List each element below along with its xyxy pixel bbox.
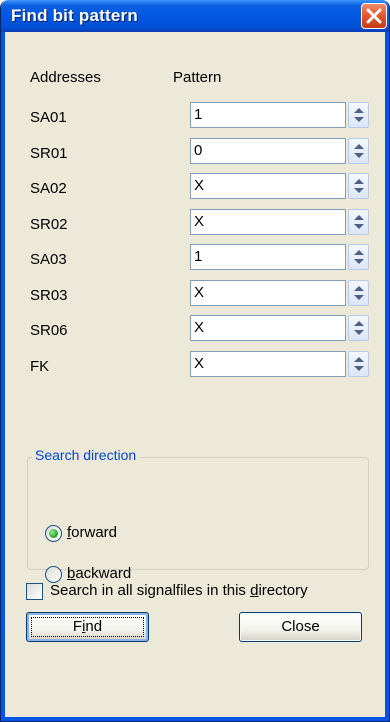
window-title: Find bit pattern xyxy=(11,6,138,25)
address-label: SR06 xyxy=(30,322,68,339)
pattern-header: Pattern xyxy=(173,69,222,86)
addresses-header: Addresses xyxy=(30,69,101,86)
address-label: SR01 xyxy=(30,145,68,162)
address-label: SA03 xyxy=(30,251,67,268)
pattern-field[interactable]: 1 xyxy=(190,102,346,128)
pattern-field[interactable]: X xyxy=(190,173,346,199)
address-label: FK xyxy=(30,358,50,375)
search-direction-group xyxy=(27,457,369,570)
close-window-button[interactable] xyxy=(361,3,387,29)
chevron-up-icon[interactable] xyxy=(354,108,364,113)
checkbox-label-prefix: Search in all signalfiles in this xyxy=(50,582,251,599)
pattern-field[interactable]: X xyxy=(190,351,346,377)
chevron-up-icon[interactable] xyxy=(354,250,364,255)
window-frame-right xyxy=(385,32,389,721)
chevron-up-icon[interactable] xyxy=(354,357,364,362)
chevron-up-icon[interactable] xyxy=(354,144,364,149)
checkbox-label-suffix: irectory xyxy=(258,582,308,599)
focus-rectangle xyxy=(31,617,144,637)
chevron-down-icon[interactable] xyxy=(354,224,364,229)
pattern-spinner[interactable] xyxy=(348,244,369,270)
close-button[interactable]: Close xyxy=(239,612,362,642)
pattern-field[interactable]: 0 xyxy=(190,138,346,164)
pattern-spinner[interactable] xyxy=(348,138,369,164)
chevron-up-icon[interactable] xyxy=(354,179,364,184)
radio-button-selected[interactable] xyxy=(45,525,62,542)
search-all-files-checkbox[interactable] xyxy=(26,583,43,600)
search-direction-title: Search direction xyxy=(32,447,140,463)
pattern-field[interactable]: X xyxy=(190,280,346,306)
search-all-files-label[interactable]: Search in all signalfiles in this direct… xyxy=(50,582,308,599)
forward-label[interactable]: forward xyxy=(67,524,117,541)
chevron-down-icon[interactable] xyxy=(354,188,364,193)
pattern-field[interactable]: 1 xyxy=(190,244,346,270)
backward-label-rest: ackward xyxy=(75,565,132,582)
chevron-down-icon[interactable] xyxy=(354,117,364,122)
chevron-up-icon[interactable] xyxy=(354,286,364,291)
pattern-spinner[interactable] xyxy=(348,102,369,128)
radio-dot xyxy=(49,529,58,538)
find-button[interactable]: Find xyxy=(26,612,149,642)
window-frame-bottom xyxy=(1,717,389,721)
pattern-spinner[interactable] xyxy=(348,315,369,341)
address-label: SR02 xyxy=(30,216,68,233)
chevron-down-icon[interactable] xyxy=(354,295,364,300)
address-label: SR03 xyxy=(30,287,68,304)
chevron-down-icon[interactable] xyxy=(354,259,364,264)
forward-label-rest: orward xyxy=(71,524,118,541)
pattern-spinner[interactable] xyxy=(348,173,369,199)
pattern-spinner[interactable] xyxy=(348,209,369,235)
pattern-spinner[interactable] xyxy=(348,351,369,377)
chevron-down-icon[interactable] xyxy=(354,330,364,335)
find-bit-pattern-dialog: Find bit pattern Addresses Pattern SA01 … xyxy=(0,0,390,722)
title-bar[interactable]: Find bit pattern xyxy=(1,0,389,32)
chevron-down-icon[interactable] xyxy=(354,366,364,371)
backward-label[interactable]: backward xyxy=(67,565,131,582)
chevron-down-icon[interactable] xyxy=(354,153,364,158)
pattern-spinner[interactable] xyxy=(348,280,369,306)
chevron-up-icon[interactable] xyxy=(354,321,364,326)
address-label: SA01 xyxy=(30,109,67,126)
address-label: SA02 xyxy=(30,180,67,197)
pattern-field[interactable]: X xyxy=(190,315,346,341)
chevron-up-icon[interactable] xyxy=(354,215,364,220)
radio-button[interactable] xyxy=(45,566,62,583)
pattern-field[interactable]: X xyxy=(190,209,346,235)
